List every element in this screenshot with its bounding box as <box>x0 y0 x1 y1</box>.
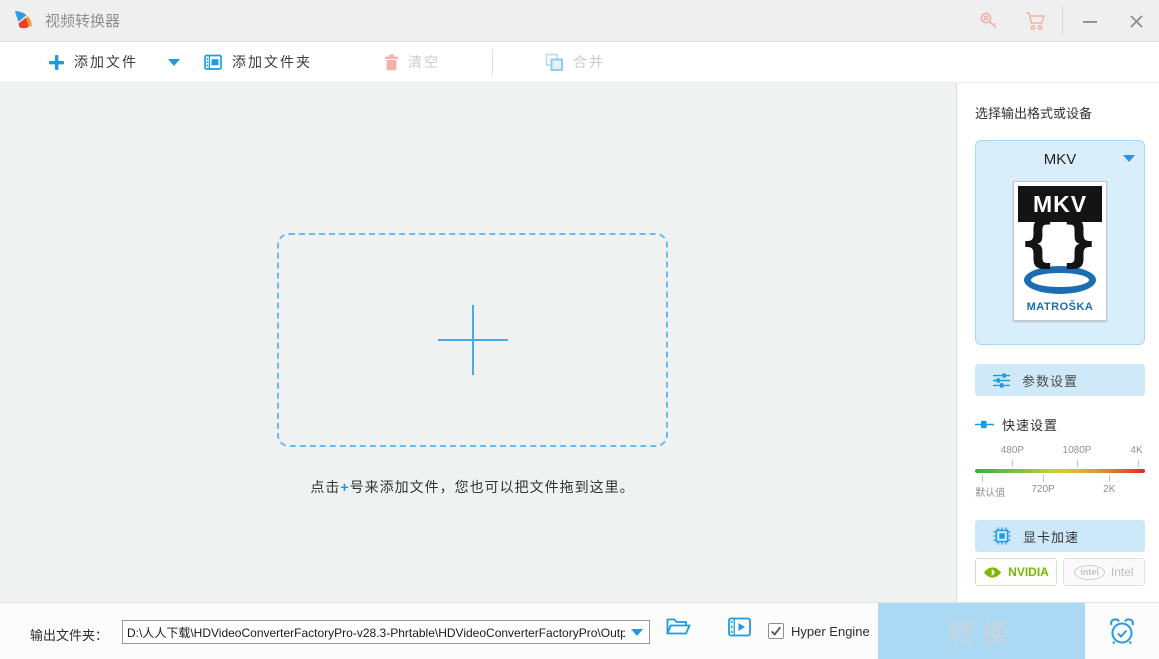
output-format-sidebar: 选择输出格式或设备 MKV MKV {} MATROŠKA 参数设置 快速设置 … <box>956 83 1159 602</box>
slider-tick <box>1043 475 1044 482</box>
add-folder-button[interactable]: 添加文件夹 <box>198 42 318 83</box>
slider-tick <box>1077 460 1078 467</box>
add-file-dropdown-arrow[interactable] <box>168 58 180 66</box>
output-path-combobox[interactable]: D:\人人下载\HDVideoConverterFactoryPro-v28.3… <box>122 620 650 644</box>
format-dropdown-arrow[interactable] <box>1123 155 1135 162</box>
merge-button[interactable]: 合并 <box>539 42 611 83</box>
slider-tick <box>1109 475 1111 482</box>
video-preview-icon[interactable] <box>728 617 752 642</box>
hyper-engine-toggle[interactable]: Hyper Engine <box>768 623 870 639</box>
parameter-settings-label: 参数设置 <box>1022 373 1079 389</box>
open-output-folder-icon[interactable] <box>666 617 691 642</box>
slider-label-2k: 2K <box>1103 484 1116 495</box>
close-button[interactable] <box>1113 0 1159 42</box>
hint-plus: + <box>340 479 350 495</box>
hyper-engine-label: Hyper Engine <box>791 623 870 639</box>
titlebar-controls <box>966 0 1159 42</box>
matroska-brand: MATROŠKA <box>1026 301 1094 313</box>
format-dropdown[interactable]: MKV <box>976 141 1144 177</box>
quick-slider-icon <box>975 420 994 429</box>
slider-label-1080p: 1080P <box>1062 445 1092 456</box>
window-title: 视频转换器 <box>45 13 121 30</box>
clear-label: 清空 <box>408 54 440 70</box>
slider-label-4k: 4K <box>1130 445 1143 456</box>
add-file-label: 添加文件 <box>74 54 138 70</box>
hint-suffix: 号来添加文件，您也可以把文件拖到这里。 <box>349 479 635 495</box>
sliders-icon <box>993 372 1010 388</box>
format-logo: MKV {} MATROŠKA <box>1013 181 1107 321</box>
schedule-alarm-icon[interactable] <box>1106 616 1138 652</box>
clear-button[interactable]: 清空 <box>378 42 446 83</box>
trash-icon <box>385 54 398 70</box>
output-folder-label: 输出文件夹： <box>30 628 109 643</box>
hint-prefix: 点击 <box>310 479 341 495</box>
app-window: 视频转换器 添加文件 添加文件夹 清空 合并 点击+号来添加文件，您也可以把文件… <box>0 0 1159 659</box>
merge-icon <box>545 53 563 71</box>
gpu-acceleration-label: 显卡加速 <box>1023 529 1080 545</box>
file-list-area: 点击+号来添加文件，您也可以把文件拖到这里。 <box>0 83 956 602</box>
convert-label: 转换 <box>948 619 1015 649</box>
add-files-plus-icon[interactable] <box>437 305 508 375</box>
resolution-slider-track[interactable] <box>975 469 1145 473</box>
dropzone-hint: 点击+号来添加文件，您也可以把文件拖到这里。 <box>277 477 668 497</box>
intel-logo: intel <box>1074 564 1105 580</box>
hyper-engine-checkbox[interactable] <box>768 623 784 639</box>
format-selector-panel[interactable]: MKV MKV {} MATROŠKA <box>975 140 1145 345</box>
slider-label-480p: 480P <box>1000 445 1025 456</box>
slider-label-720p: 720P <box>1031 484 1055 495</box>
checkmark-icon <box>771 626 782 636</box>
gpu-vendor-row: NVIDIA intel Intel <box>975 558 1145 586</box>
app-logo-icon <box>15 11 32 29</box>
video-folder-icon <box>204 54 222 70</box>
output-path-value[interactable]: D:\人人下载\HDVideoConverterFactoryPro-v28.3… <box>123 624 625 641</box>
merge-label: 合并 <box>573 54 605 70</box>
selected-format: MKV <box>1043 150 1077 168</box>
bottombar: 输出文件夹： D:\人人下载\HDVideoConverterFactoryPr… <box>0 602 1159 659</box>
add-file-button[interactable]: 添加文件 <box>42 42 144 83</box>
register-key-icon[interactable] <box>966 0 1012 42</box>
store-cart-icon[interactable] <box>1012 0 1058 42</box>
intel-button[interactable]: intel Intel <box>1063 558 1145 586</box>
chip-icon <box>993 527 1011 545</box>
titlebar: 视频转换器 <box>0 0 1159 42</box>
matroska-art: {} MATROŠKA <box>1018 222 1102 316</box>
braces-glyph: {} <box>1018 222 1102 273</box>
toolbar-separator <box>492 49 493 75</box>
plus-icon <box>49 54 64 70</box>
slider-tick <box>1012 460 1014 467</box>
minimize-button[interactable] <box>1067 0 1113 42</box>
intel-label: Intel <box>1110 565 1134 579</box>
resolution-slider: 480P 1080P 4K 默认值 720P 2K <box>975 443 1145 503</box>
gpu-acceleration-button[interactable]: 显卡加速 <box>975 520 1145 552</box>
format-logo-title: MKV <box>1018 186 1102 222</box>
quick-settings-header: 快速设置 <box>975 415 1058 434</box>
slider-tick <box>1138 460 1140 467</box>
nvidia-label: NVIDIA <box>1008 565 1049 579</box>
parameter-settings-button[interactable]: 参数设置 <box>975 364 1145 396</box>
sidebar-header: 选择输出格式或设备 <box>975 106 1093 121</box>
nvidia-eye-icon <box>984 566 1002 578</box>
file-dropzone[interactable] <box>277 233 668 447</box>
quick-settings-label: 快速设置 <box>1002 418 1059 433</box>
toolbar: 添加文件 添加文件夹 清空 合并 <box>0 42 1159 83</box>
add-folder-label: 添加文件夹 <box>232 54 312 70</box>
slider-tick <box>981 475 983 482</box>
titlebar-separator <box>1062 7 1063 35</box>
output-path-dropdown-arrow[interactable] <box>631 628 643 636</box>
nvidia-button[interactable]: NVIDIA <box>975 558 1057 586</box>
convert-button[interactable]: 转换 <box>878 603 1085 659</box>
slider-label-default: 默认值 <box>975 488 1006 499</box>
